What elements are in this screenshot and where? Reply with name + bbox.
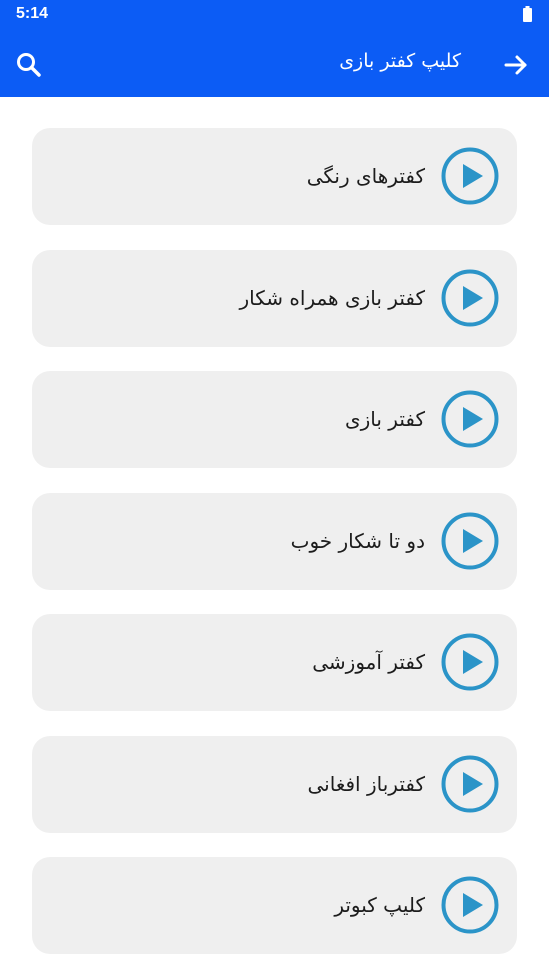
list-item-label: دو تا شکار خوب <box>290 528 425 553</box>
status-bar: 5:14 <box>0 0 549 30</box>
list-item[interactable]: کفترهای رنگی <box>32 128 517 225</box>
status-time: 5:14 <box>16 5 49 22</box>
list-item-label: کفتر بازی <box>344 407 425 431</box>
play-circle-icon[interactable] <box>441 390 499 448</box>
list-item[interactable]: کفترباز افغانی <box>32 735 517 833</box>
list-item-label: کفتر بازی همراه شکار <box>239 285 426 310</box>
arrow-right-icon[interactable] <box>501 50 531 80</box>
list-item[interactable]: کفتر بازی همراه شکار <box>32 249 517 347</box>
play-circle-icon[interactable] <box>441 147 499 205</box>
list-item[interactable]: کفتر بازی <box>32 371 517 468</box>
list-item[interactable]: دو تا شکار خوب <box>32 492 517 590</box>
app-bar: کلیپ کفتر بازی <box>0 30 549 97</box>
list-item-label: کفتر آموزشی <box>312 650 425 674</box>
battery-icon <box>523 6 532 22</box>
list-item-label: کفترهای رنگی <box>306 164 425 188</box>
play-circle-icon[interactable] <box>441 269 499 327</box>
play-circle-icon[interactable] <box>441 512 499 570</box>
play-circle-icon[interactable] <box>441 633 499 691</box>
play-circle-icon[interactable] <box>441 876 499 934</box>
clip-list: کفترهای رنگی کفتر بازی همراه شکار کفتر ب… <box>32 128 517 979</box>
list-item[interactable]: کفتر آموزشی <box>32 614 517 711</box>
play-circle-icon[interactable] <box>441 755 499 813</box>
search-icon[interactable] <box>14 50 44 80</box>
list-item-label: کلیپ کبوتر <box>334 893 425 917</box>
app-title: کلیپ کفتر بازی <box>339 50 461 72</box>
list-item[interactable]: کلیپ کبوتر <box>32 857 517 954</box>
list-item-label: کفترباز افغانی <box>307 771 425 796</box>
